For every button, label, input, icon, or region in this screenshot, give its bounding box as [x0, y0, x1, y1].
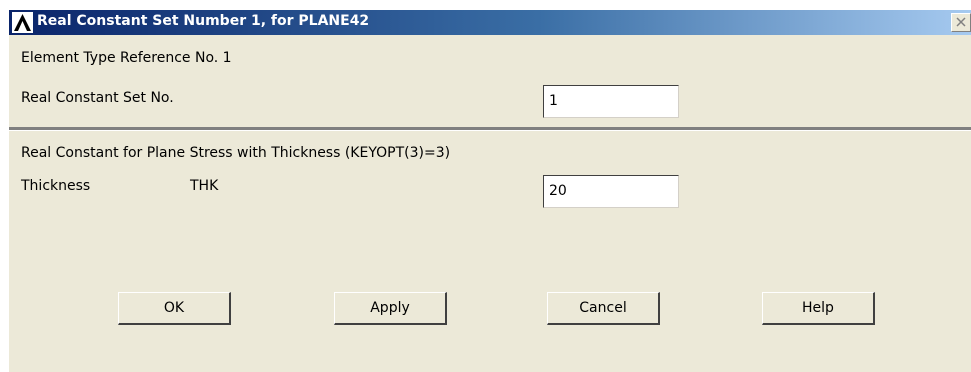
close-button[interactable]: [951, 13, 971, 32]
title-bar[interactable]: Real Constant Set Number 1, for PLANE42: [9, 10, 971, 35]
thickness-label: Thickness: [21, 178, 91, 194]
cancel-button[interactable]: Cancel: [547, 292, 660, 325]
apply-button[interactable]: Apply: [334, 292, 447, 325]
ok-button[interactable]: OK: [118, 292, 231, 325]
close-icon: [952, 17, 970, 27]
real-constant-set-label: Real Constant Set No.: [21, 90, 174, 106]
window-title: Real Constant Set Number 1, for PLANE42: [37, 13, 370, 29]
help-button[interactable]: Help: [762, 292, 875, 325]
real-constant-set-input[interactable]: 1: [543, 85, 679, 118]
section-divider: [9, 127, 971, 131]
section-heading: Real Constant for Plane Stress with Thic…: [21, 145, 451, 161]
real-constant-dialog: Real Constant Set Number 1, for PLANE42 …: [9, 10, 971, 372]
thickness-input[interactable]: 20: [543, 175, 679, 208]
ansys-logo-icon: [12, 12, 33, 33]
element-type-reference-label: Element Type Reference No. 1: [21, 50, 232, 66]
thickness-symbol: THK: [190, 178, 219, 194]
